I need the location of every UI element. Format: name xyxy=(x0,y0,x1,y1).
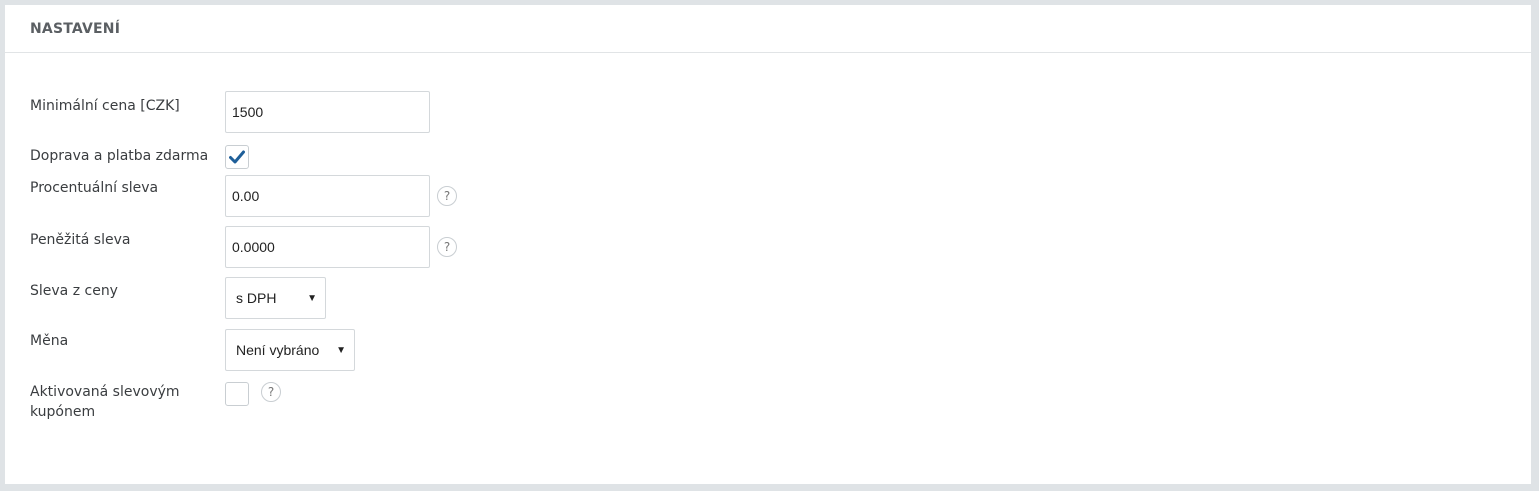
free-shipping-label: Doprava a platba zdarma xyxy=(30,148,209,164)
percent-discount-input[interactable] xyxy=(225,175,430,217)
coupon-activated-label: Aktivovaná slevovým kupónem xyxy=(30,384,180,420)
percent-discount-label: Procentuální sleva xyxy=(30,180,159,196)
panel-title: NASTAVENÍ xyxy=(30,20,121,37)
discount-from-price-label: Sleva z ceny xyxy=(30,283,118,299)
money-discount-help-icon[interactable]: ? xyxy=(437,237,457,257)
settings-panel: NASTAVENÍ Minimální cena [CZK] Doprava a… xyxy=(5,5,1531,484)
panel-header: NASTAVENÍ xyxy=(5,5,1531,53)
money-discount-label: Peněžitá sleva xyxy=(30,232,131,248)
discount-from-price-value: s DPH xyxy=(236,290,277,306)
currency-label: Měna xyxy=(30,333,69,349)
discount-from-price-select[interactable]: s DPH ▼ xyxy=(225,277,326,319)
chevron-down-icon: ▼ xyxy=(307,292,317,304)
money-discount-input[interactable] xyxy=(225,226,430,268)
chevron-down-icon: ▼ xyxy=(336,344,346,356)
currency-value: Není vybráno xyxy=(236,342,320,358)
free-shipping-checkbox[interactable] xyxy=(225,145,249,169)
coupon-activated-checkbox[interactable] xyxy=(225,382,249,406)
coupon-activated-help-icon[interactable]: ? xyxy=(261,382,281,402)
min-price-input[interactable] xyxy=(225,91,430,133)
check-icon xyxy=(229,150,245,164)
currency-select[interactable]: Není vybráno ▼ xyxy=(225,329,355,371)
percent-discount-help-icon[interactable]: ? xyxy=(437,186,457,206)
min-price-label: Minimální cena [CZK] xyxy=(30,98,180,114)
